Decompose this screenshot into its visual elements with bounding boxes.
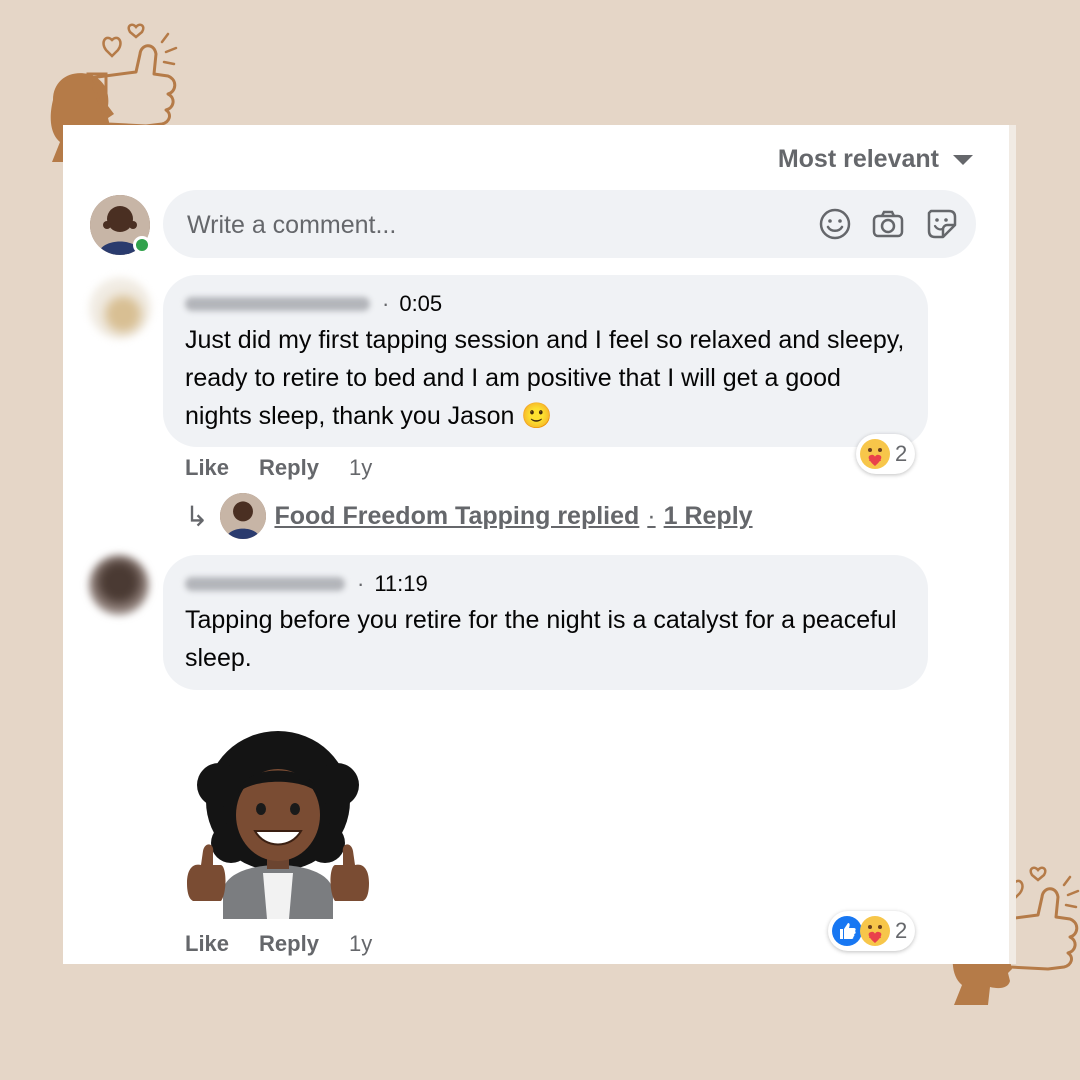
comment-bubble: · 11:19 Tapping before you retire for th… [163, 555, 928, 690]
online-status-dot [133, 236, 151, 254]
comment-actions: Like Reply 1y [185, 455, 372, 481]
reaction-summary[interactable]: 2 [856, 434, 916, 474]
commenter-name-blurred[interactable] [185, 297, 370, 311]
commenter-name-blurred[interactable] [185, 577, 345, 591]
reply-count-link[interactable]: 1 Reply [664, 502, 753, 531]
comment-bubble: · 0:05 Just did my first tapping session… [163, 275, 928, 447]
reaction-count: 2 [895, 918, 908, 943]
sticker-icon[interactable] [925, 207, 959, 241]
comment-age[interactable]: 1y [349, 931, 372, 957]
view-replies-row[interactable]: ↳ Food Freedom Tapping replied · 1 Reply [185, 493, 753, 539]
comment-timestamp: 11:19 [374, 571, 428, 596]
like-button[interactable]: Like [185, 455, 229, 481]
separator-dot: · [382, 291, 390, 316]
emoji-icon[interactable] [818, 207, 852, 241]
care-reaction-icon [860, 916, 890, 946]
reply-separator: · [647, 501, 656, 530]
sort-label: Most relevant [777, 145, 939, 173]
person-photo-icon [220, 493, 267, 539]
caret-down-icon [953, 154, 973, 165]
comment-timestamp: 0:05 [399, 291, 443, 316]
reply-button[interactable]: Reply [259, 455, 319, 481]
comment-actions: Like Reply 1y [185, 931, 372, 957]
reaction-summary[interactable]: 2 [828, 911, 916, 951]
commenter-avatar[interactable] [89, 277, 151, 339]
reaction-count: 2 [895, 441, 908, 466]
comment-input[interactable] [185, 190, 789, 260]
care-reaction-icon [860, 439, 890, 469]
comments-card: Most relevant Write a comment... · 0:05 … [63, 125, 1009, 964]
commenter-avatar[interactable] [89, 555, 149, 615]
like-button[interactable]: Like [185, 931, 229, 957]
comment-text: Tapping before you retire for the night … [185, 606, 897, 672]
page-avatar [220, 493, 267, 539]
card-edge [1009, 125, 1016, 964]
camera-icon[interactable] [871, 207, 905, 241]
comment-composer [163, 190, 976, 260]
reply-button[interactable]: Reply [259, 931, 319, 957]
separator-dot: · [357, 571, 365, 596]
sort-dropdown[interactable]: Most relevant [778, 145, 973, 174]
comment-text: Just did my first tapping session and I … [185, 326, 905, 430]
replier-link[interactable]: Food Freedom Tapping replied [274, 502, 639, 531]
comment-age[interactable]: 1y [349, 455, 372, 481]
comment-meta: · 0:05 [185, 291, 906, 317]
reply-arrow-icon: ↳ [185, 500, 209, 532]
avatar-thumbs-up-sticker [187, 731, 369, 919]
comment-meta: · 11:19 [185, 571, 906, 597]
